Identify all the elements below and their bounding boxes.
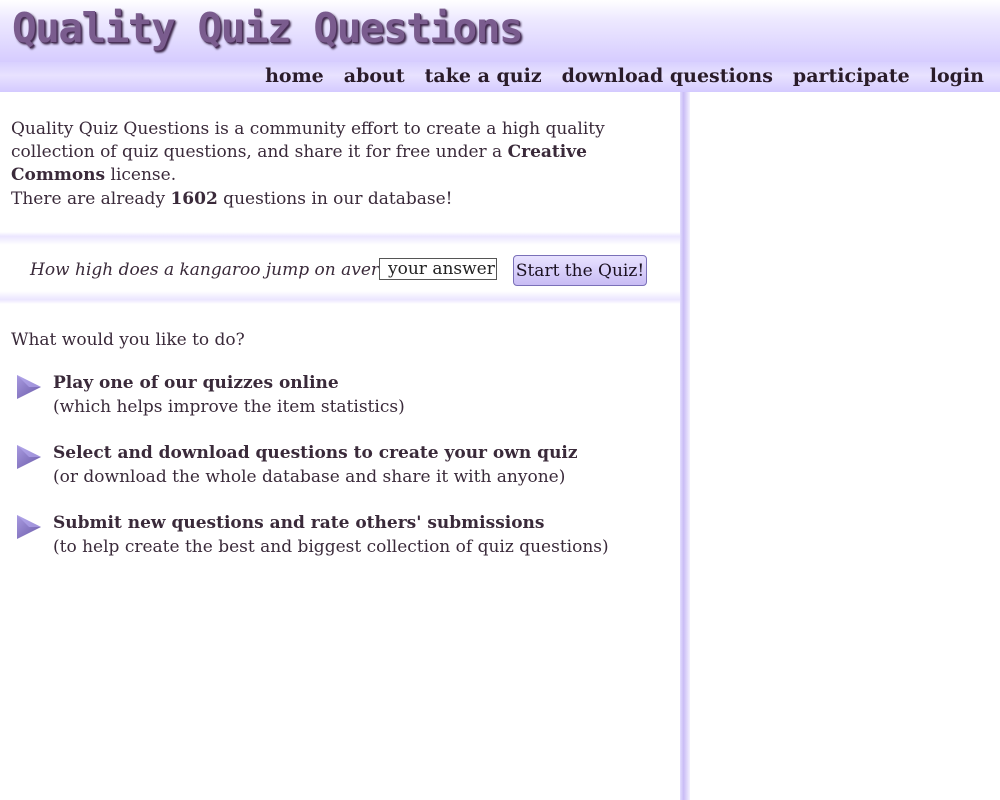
play-arrow-icon — [17, 375, 41, 399]
action-subtitle: (to help create the best and biggest col… — [53, 537, 609, 557]
intro-text-end: license. — [105, 165, 177, 185]
action-prompt: What would you like to do? — [11, 330, 245, 350]
nav-links: home about take a quiz download question… — [255, 65, 994, 87]
intro-paragraph: Quality Quiz Questions is a community ef… — [11, 118, 676, 187]
start-quiz-button[interactable]: Start the Quiz! — [513, 255, 647, 286]
nav-take-a-quiz[interactable]: take a quiz — [415, 65, 552, 87]
action-submit-questions[interactable]: Submit new questions and rate others' su… — [16, 512, 676, 562]
main-nav: home about take a quiz download question… — [0, 62, 1000, 92]
nav-download-questions[interactable]: download questions — [552, 65, 783, 87]
question-count-line: There are already 1602 questions in our … — [11, 188, 676, 211]
count-text-end: questions in our database! — [217, 189, 453, 209]
site-logo[interactable]: Quality Quiz Questions — [12, 4, 524, 52]
action-title: Play one of our quizzes online — [53, 373, 339, 393]
action-play-quiz[interactable]: Play one of our quizzes online (which he… — [16, 372, 676, 422]
nav-about[interactable]: about — [334, 65, 415, 87]
action-subtitle: (or download the whole database and shar… — [53, 467, 566, 487]
quick-quiz-band: How high does a kangaroo jump on average… — [0, 232, 680, 304]
question-count: 1602 — [170, 189, 218, 209]
quiz-question: How high does a kangaroo jump on average… — [30, 260, 420, 280]
nav-participate[interactable]: participate — [783, 65, 920, 87]
sidebar-divider — [680, 92, 690, 800]
main-content: Quality Quiz Questions is a community ef… — [0, 92, 680, 800]
play-arrow-icon — [17, 445, 41, 469]
action-download-questions[interactable]: Select and download questions to create … — [16, 442, 676, 492]
nav-home[interactable]: home — [255, 65, 334, 87]
action-title: Submit new questions and rate others' su… — [53, 513, 545, 533]
action-subtitle: (which helps improve the item statistics… — [53, 397, 405, 417]
play-arrow-icon — [17, 515, 41, 539]
site-header: Quality Quiz Questions — [0, 0, 1000, 62]
answer-input[interactable] — [379, 258, 497, 280]
action-title: Select and download questions to create … — [53, 443, 578, 463]
count-text: There are already — [11, 189, 171, 209]
nav-login[interactable]: login — [920, 65, 994, 87]
